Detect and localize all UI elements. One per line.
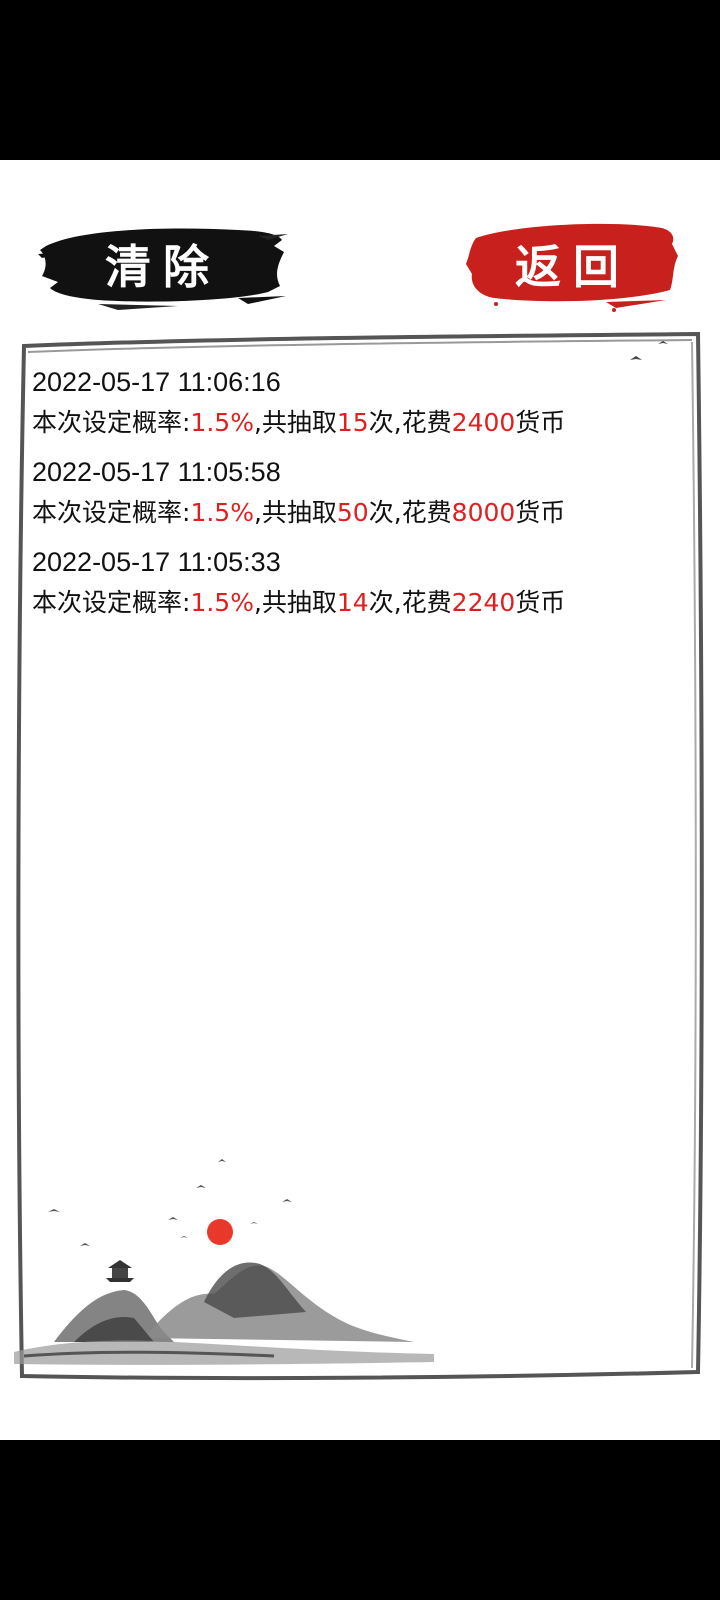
cost-value: 8000 bbox=[451, 498, 516, 527]
draw-suffix: 次,花费 bbox=[368, 498, 452, 527]
record-panel: 2022-05-17 11:06:16 本次设定概率:1.5%,共抽取15次,花… bbox=[14, 332, 704, 1382]
record-detail: 本次设定概率:1.5%,共抽取15次,花费2400货币 bbox=[32, 402, 662, 444]
rate-prefix: 本次设定概率: bbox=[32, 408, 191, 437]
draw-prefix: ,共抽取 bbox=[253, 498, 337, 527]
draw-prefix: ,共抽取 bbox=[253, 408, 337, 437]
draw-suffix: 次,花费 bbox=[368, 588, 452, 617]
bird-silhouette-icon bbox=[48, 1209, 60, 1212]
cost-value: 2240 bbox=[451, 588, 516, 617]
rate-prefix: 本次设定概率: bbox=[32, 498, 191, 527]
screen: 清除 返回 2022-05-17 11:06:16 本次设定概率:1.5%,共抽… bbox=[0, 0, 720, 1600]
draw-suffix: 次,花费 bbox=[368, 408, 452, 437]
back-button-label: 返回 bbox=[515, 240, 631, 294]
draw-count: 14 bbox=[336, 588, 369, 617]
rate-value: 1.5% bbox=[190, 588, 254, 617]
record-time: 2022-05-17 11:05:33 bbox=[32, 547, 281, 577]
list-item: 2022-05-17 11:05:33 本次设定概率:1.5%,共抽取14次,花… bbox=[32, 542, 662, 624]
pavilion-icon bbox=[106, 1260, 134, 1282]
record-detail: 本次设定概率:1.5%,共抽取14次,花费2240货币 bbox=[32, 582, 662, 624]
record-time: 2022-05-17 11:05:58 bbox=[32, 457, 281, 487]
ink-mountain-landscape-icon bbox=[14, 1159, 434, 1365]
cost-unit: 货币 bbox=[515, 408, 566, 437]
cost-value: 2400 bbox=[451, 408, 516, 437]
app-window: 清除 返回 2022-05-17 11:06:16 本次设定概率:1.5%,共抽… bbox=[0, 160, 720, 1440]
list-item: 2022-05-17 11:06:16 本次设定概率:1.5%,共抽取15次,花… bbox=[32, 362, 662, 444]
record-detail: 本次设定概率:1.5%,共抽取50次,花费8000货币 bbox=[32, 492, 662, 534]
clear-button[interactable]: 清除 bbox=[38, 216, 288, 312]
draw-count: 15 bbox=[336, 408, 369, 437]
back-button[interactable]: 返回 bbox=[466, 216, 680, 312]
rate-prefix: 本次设定概率: bbox=[32, 588, 191, 617]
cost-unit: 货币 bbox=[515, 498, 566, 527]
rate-value: 1.5% bbox=[190, 498, 254, 527]
record-time: 2022-05-17 11:06:16 bbox=[32, 367, 281, 397]
list-item: 2022-05-17 11:05:58 本次设定概率:1.5%,共抽取50次,花… bbox=[32, 452, 662, 534]
cost-unit: 货币 bbox=[515, 588, 566, 617]
record-list: 2022-05-17 11:06:16 本次设定概率:1.5%,共抽取15次,花… bbox=[32, 362, 662, 632]
draw-count: 50 bbox=[336, 498, 369, 527]
clear-button-label: 清除 bbox=[105, 240, 221, 294]
draw-prefix: ,共抽取 bbox=[253, 588, 337, 617]
red-sun-icon bbox=[207, 1219, 233, 1245]
rate-value: 1.5% bbox=[190, 408, 254, 437]
